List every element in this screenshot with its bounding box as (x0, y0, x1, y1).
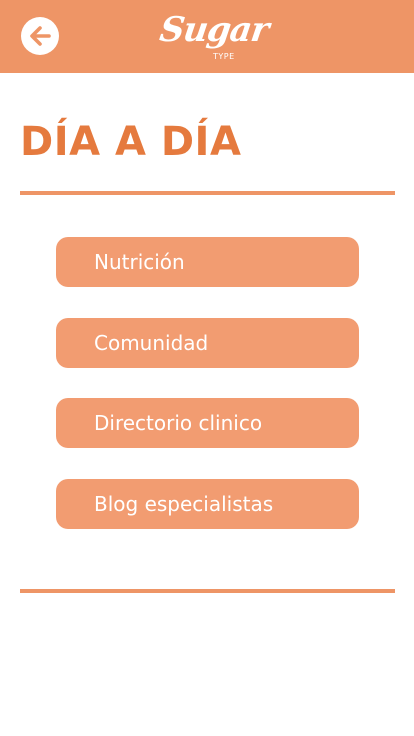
comunidad-button[interactable]: Comunidad (56, 318, 359, 368)
logo-wordmark: Sugar (157, 10, 271, 50)
page-title: DÍA A DÍA (20, 119, 242, 165)
top-divider (20, 191, 395, 195)
back-button[interactable] (21, 17, 59, 55)
app-screen: Sugar TYPE DÍA A DÍA Nutrición Comunidad… (0, 0, 414, 736)
sugar-type-logo: Sugar TYPE (157, 8, 271, 66)
top-bar: Sugar TYPE (0, 0, 414, 73)
nutricion-button[interactable]: Nutrición (56, 237, 359, 287)
logo-subtext: TYPE (213, 52, 235, 61)
bottom-divider (20, 589, 395, 593)
directorio-clinico-button[interactable]: Directorio clinico (56, 398, 359, 448)
blog-especialistas-button[interactable]: Blog especialistas (56, 479, 359, 529)
arrow-left-icon (30, 26, 51, 46)
